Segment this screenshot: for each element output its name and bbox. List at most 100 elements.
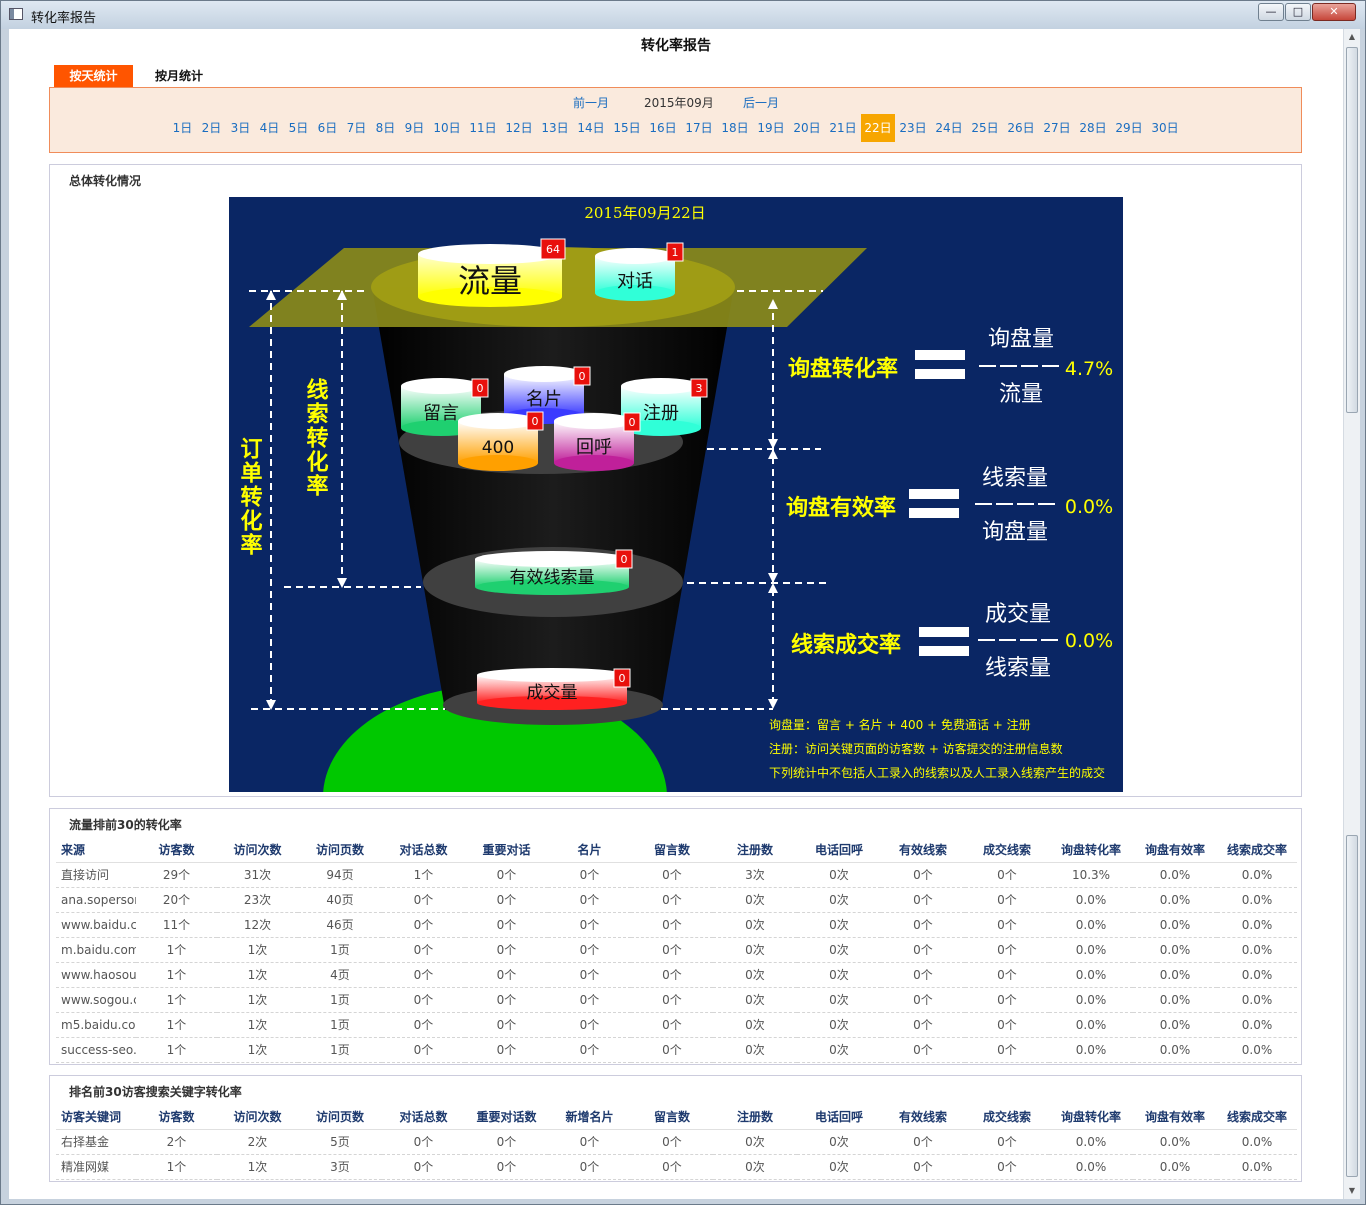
column-header[interactable]: 访问次数 — [217, 1104, 298, 1130]
column-header[interactable]: 线索成交率 — [1217, 837, 1297, 863]
table-cell: 0.0% — [1217, 937, 1297, 963]
table-cell: 0个 — [631, 1154, 713, 1180]
table-cell: 0个 — [965, 962, 1049, 988]
day-link-9[interactable]: 9日 — [400, 114, 429, 142]
column-header[interactable]: 留言数 — [631, 837, 713, 863]
day-link-15[interactable]: 15日 — [609, 114, 645, 142]
table-cell: 0个 — [965, 887, 1049, 913]
column-header[interactable]: 询盘转化率 — [1049, 1104, 1133, 1130]
column-header[interactable]: 访问页数 — [298, 1104, 382, 1130]
table-cell: 0.0% — [1217, 962, 1297, 988]
column-header[interactable]: 注册数 — [713, 837, 797, 863]
column-header[interactable]: 询盘有效率 — [1133, 1104, 1217, 1130]
day-link-18[interactable]: 18日 — [717, 114, 753, 142]
column-header[interactable]: 成交线索 — [965, 837, 1049, 863]
day-link-27[interactable]: 27日 — [1039, 114, 1075, 142]
scroll-thumb[interactable] — [1346, 835, 1358, 1177]
keyword-table-header: 排名前30访客搜索关键字转化率 — [69, 1085, 242, 1099]
table-cell: 0.0% — [1217, 912, 1297, 938]
traffic-cylinder: 流量 64 — [418, 238, 566, 307]
table-cell: 0.0% — [1049, 1129, 1133, 1155]
tab-daily-stats[interactable]: 按天统计 — [54, 65, 133, 87]
table-cell: 20个 — [136, 887, 217, 913]
table-cell: 0个 — [965, 987, 1049, 1013]
day-link-8[interactable]: 8日 — [371, 114, 400, 142]
column-header[interactable]: 线索成交率 — [1217, 1104, 1297, 1130]
column-header[interactable]: 注册数 — [713, 1104, 797, 1130]
column-header[interactable]: 重要对话数 — [465, 1104, 548, 1130]
table-cell: 0.0% — [1049, 1037, 1133, 1063]
day-link-22[interactable]: 22日 — [861, 114, 895, 142]
day-link-16[interactable]: 16日 — [645, 114, 681, 142]
table-cell: 0个 — [465, 912, 548, 938]
day-link-6[interactable]: 6日 — [313, 114, 342, 142]
scroll-down-arrow-icon[interactable]: ▼ — [1344, 1183, 1360, 1199]
day-link-28[interactable]: 28日 — [1075, 114, 1111, 142]
column-header[interactable]: 访客数 — [136, 1104, 217, 1130]
title-bar: 转化率报告 — □ ✕ — [1, 1, 1365, 29]
funnel-date: 2015年09月22日 — [584, 204, 705, 222]
column-header[interactable]: 对话总数 — [382, 1104, 465, 1130]
column-header[interactable]: 询盘转化率 — [1049, 837, 1133, 863]
column-header[interactable]: 成交线索 — [965, 1104, 1049, 1130]
table-row: 右择基金 2个 2次 5页 0个 0个 0个 0个 0次 0次 0个 0个 0.0% 0.0% 0.0% — [56, 1129, 1297, 1155]
day-link-25[interactable]: 25日 — [967, 114, 1003, 142]
day-link-13[interactable]: 13日 — [537, 114, 573, 142]
day-link-1[interactable]: 1日 — [168, 114, 197, 142]
column-header[interactable]: 询盘有效率 — [1133, 837, 1217, 863]
day-link-29[interactable]: 29日 — [1111, 114, 1147, 142]
vertical-scrollbar[interactable]: ▲ ▼ — [1343, 29, 1360, 1199]
column-header[interactable]: 有效线索 — [881, 1104, 965, 1130]
maximize-button[interactable]: □ — [1285, 3, 1311, 21]
day-link-3[interactable]: 3日 — [226, 114, 255, 142]
day-link-10[interactable]: 10日 — [429, 114, 465, 142]
column-header[interactable]: 访客关键词 — [56, 1104, 136, 1130]
scroll-up-arrow-icon[interactable]: ▲ — [1344, 29, 1360, 45]
day-link-21[interactable]: 21日 — [825, 114, 861, 142]
inquiry-valid-denominator: 询盘量 — [982, 520, 1048, 545]
day-link-12[interactable]: 12日 — [501, 114, 537, 142]
table-cell: 31次 — [217, 862, 298, 888]
inquiry-valid-numerator: 线索量 — [982, 466, 1048, 491]
table-cell: 12次 — [217, 912, 298, 938]
column-header[interactable]: 访问页数 — [298, 837, 382, 863]
day-link-26[interactable]: 26日 — [1003, 114, 1039, 142]
table-cell: www.haosou — [56, 962, 136, 988]
table-cell: 0个 — [881, 862, 965, 888]
column-header[interactable]: 访客数 — [136, 837, 217, 863]
deals-label: 成交量 — [527, 683, 578, 703]
scroll-thumb-upper[interactable] — [1346, 47, 1358, 413]
column-header[interactable]: 重要对话 — [465, 837, 548, 863]
column-header[interactable]: 对话总数 — [382, 837, 465, 863]
table-cell: 0个 — [965, 912, 1049, 938]
table-cell: 0.0% — [1133, 912, 1217, 938]
day-link-30[interactable]: 30日 — [1147, 114, 1183, 142]
column-header[interactable]: 来源 — [56, 837, 136, 863]
table-cell: 0次 — [713, 937, 797, 963]
day-link-20[interactable]: 20日 — [789, 114, 825, 142]
day-link-7[interactable]: 7日 — [342, 114, 371, 142]
day-link-5[interactable]: 5日 — [284, 114, 313, 142]
day-link-17[interactable]: 17日 — [681, 114, 717, 142]
column-header[interactable]: 留言数 — [631, 1104, 713, 1130]
column-header[interactable]: 电话回呼 — [797, 837, 881, 863]
minimize-button[interactable]: — — [1258, 3, 1284, 21]
close-button[interactable]: ✕ — [1312, 3, 1356, 21]
day-link-19[interactable]: 19日 — [753, 114, 789, 142]
column-header[interactable]: 名片 — [548, 837, 631, 863]
column-header[interactable]: 电话回呼 — [797, 1104, 881, 1130]
day-link-14[interactable]: 14日 — [573, 114, 609, 142]
day-link-2[interactable]: 2日 — [197, 114, 226, 142]
column-header[interactable]: 新增名片 — [548, 1104, 631, 1130]
table-cell: 2个 — [136, 1129, 217, 1155]
tab-monthly-stats[interactable]: 按月统计 — [139, 65, 219, 87]
prev-month-link[interactable]: 前一月 — [573, 94, 609, 111]
day-link-24[interactable]: 24日 — [931, 114, 967, 142]
inquiry-valid-formula: 询盘有效率 线索量 询盘量 0.0% — [786, 466, 1113, 545]
day-link-11[interactable]: 11日 — [465, 114, 501, 142]
day-link-4[interactable]: 4日 — [255, 114, 284, 142]
column-header[interactable]: 有效线索 — [881, 837, 965, 863]
next-month-link[interactable]: 后一月 — [743, 94, 779, 111]
column-header[interactable]: 访问次数 — [217, 837, 298, 863]
day-link-23[interactable]: 23日 — [895, 114, 931, 142]
